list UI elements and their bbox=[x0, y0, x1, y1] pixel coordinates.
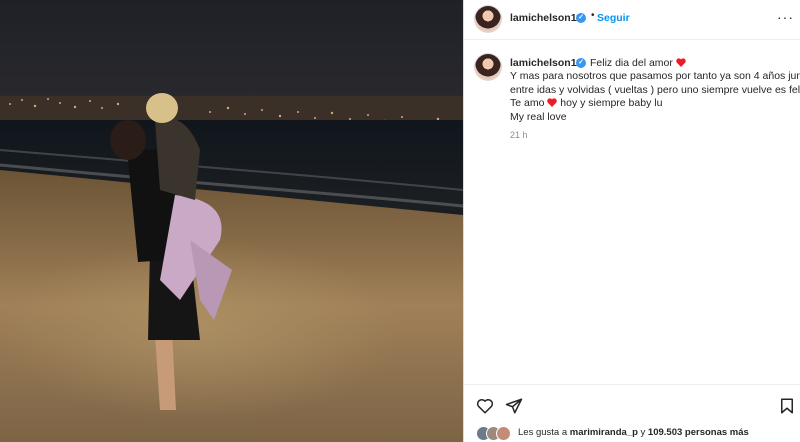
likes-text: Les gusta a marimiranda_p y 109.503 pers… bbox=[518, 427, 749, 438]
caption-line-5: My real love bbox=[510, 110, 567, 123]
caption-line-3: entre idas y volvidas ( vueltas ) pero u… bbox=[510, 83, 800, 96]
beach-couple-image bbox=[0, 0, 463, 442]
caption-line-1: Feliz dia del amor bbox=[510, 57, 796, 70]
heart-emoji-icon bbox=[547, 98, 558, 108]
author-avatar[interactable] bbox=[475, 6, 501, 32]
liker-username[interactable]: marimiranda_p bbox=[570, 427, 638, 438]
likes-summary: Les gusta a marimiranda_p y 109.503 pers… bbox=[476, 425, 796, 441]
author-username[interactable]: lamichelson11 bbox=[510, 12, 582, 24]
caption-author-avatar[interactable] bbox=[475, 54, 501, 80]
liker-avatar[interactable] bbox=[496, 426, 511, 441]
separator-dot: • bbox=[591, 10, 595, 21]
follow-button[interactable]: Seguir bbox=[597, 12, 630, 24]
likes-count[interactable]: 109.503 bbox=[648, 427, 682, 438]
post-actions: Les gusta a marimiranda_p y 109.503 pers… bbox=[464, 384, 800, 442]
more-options-icon[interactable]: ··· bbox=[777, 9, 794, 25]
post-side-panel: lamichelson11 ✓ • Seguir ··· lamichelson… bbox=[463, 0, 800, 442]
heart-emoji-icon bbox=[676, 58, 686, 67]
likes-suffix[interactable]: personas más bbox=[685, 427, 749, 438]
caption-line-4: Te amo hoy y siempre baby lu bbox=[510, 97, 663, 110]
share-paper-plane-icon[interactable] bbox=[505, 397, 523, 415]
verified-badge-icon: ✓ bbox=[576, 13, 586, 23]
save-bookmark-icon[interactable] bbox=[778, 397, 796, 415]
post-photo[interactable] bbox=[0, 0, 463, 442]
caption-line-2: Y mas para nosotros que pasamos por tant… bbox=[510, 70, 800, 83]
post-timestamp[interactable]: 21 h bbox=[510, 130, 528, 140]
post-caption: Feliz dia del amor Y mas para nosotros q… bbox=[510, 57, 800, 124]
like-heart-icon[interactable] bbox=[476, 397, 494, 415]
post-header: lamichelson11 ✓ • Seguir ··· bbox=[464, 0, 800, 40]
